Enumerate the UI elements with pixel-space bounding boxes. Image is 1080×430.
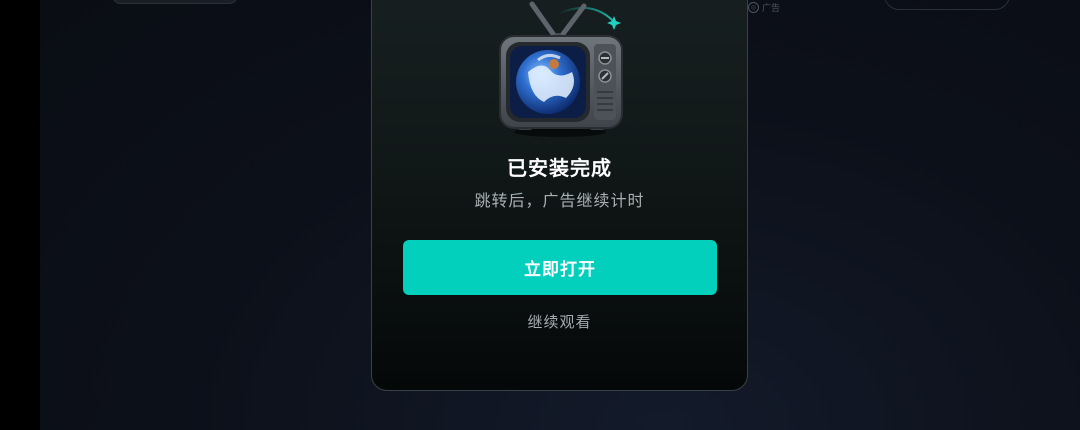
continue-watching-link[interactable]: 继续观看 bbox=[371, 311, 748, 332]
dialog-subtitle: 跳转后，广告继续计时 bbox=[474, 191, 645, 210]
ad-label: 广告 bbox=[762, 3, 781, 14]
ad-badge-icon: ◎ bbox=[748, 1, 759, 13]
left-edge-bar bbox=[0, 0, 40, 430]
background-button bbox=[884, 0, 1010, 10]
dialog-title: 已安装完成 bbox=[507, 156, 612, 180]
background-pill bbox=[112, 0, 238, 4]
open-now-button[interactable]: 立即打开 bbox=[403, 240, 717, 295]
retro-tv-icon bbox=[498, 0, 628, 140]
ad-tag: ◎ 广告 bbox=[748, 0, 780, 14]
